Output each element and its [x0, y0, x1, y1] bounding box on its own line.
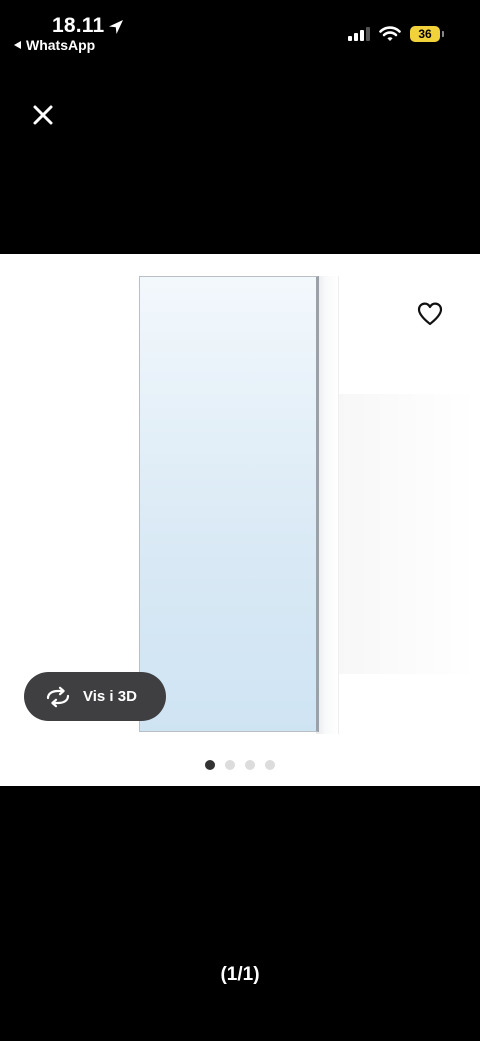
close-icon[interactable] [28, 100, 58, 130]
location-arrow-icon [109, 19, 124, 34]
page-dot-1[interactable] [205, 760, 215, 770]
media-counter: (1/1) [220, 964, 260, 985]
view-in-3d-button[interactable]: Vis i 3D [24, 672, 166, 721]
battery-indicator: 36 [410, 26, 444, 42]
status-bar: 18.11 WhatsApp 36 [0, 0, 480, 60]
image-viewer-screen: 18.11 WhatsApp 36 Vis i 3D (1/1) [0, 0, 480, 1041]
cellular-signal-icon [348, 27, 370, 41]
back-app-label: WhatsApp [26, 37, 96, 53]
view-in-3d-label: Vis i 3D [83, 688, 137, 705]
page-dot-2[interactable] [225, 760, 235, 770]
cabinet-shadow [338, 394, 478, 674]
product-image[interactable]: Vis i 3D [0, 254, 480, 786]
cabinet-side-panel [316, 276, 339, 734]
wifi-icon [379, 26, 401, 41]
back-triangle-icon [14, 41, 21, 49]
back-to-app-link[interactable]: WhatsApp [14, 37, 95, 53]
heart-icon[interactable] [416, 300, 444, 328]
rotate-icon [46, 686, 70, 707]
page-dot-4[interactable] [265, 760, 275, 770]
image-pagination [0, 760, 480, 770]
mirror-door [139, 276, 319, 732]
clock: 18.11 [52, 14, 124, 38]
page-dot-3[interactable] [245, 760, 255, 770]
status-time: 18.11 [52, 14, 105, 37]
status-indicators: 36 [348, 26, 444, 42]
battery-level: 36 [418, 27, 432, 41]
